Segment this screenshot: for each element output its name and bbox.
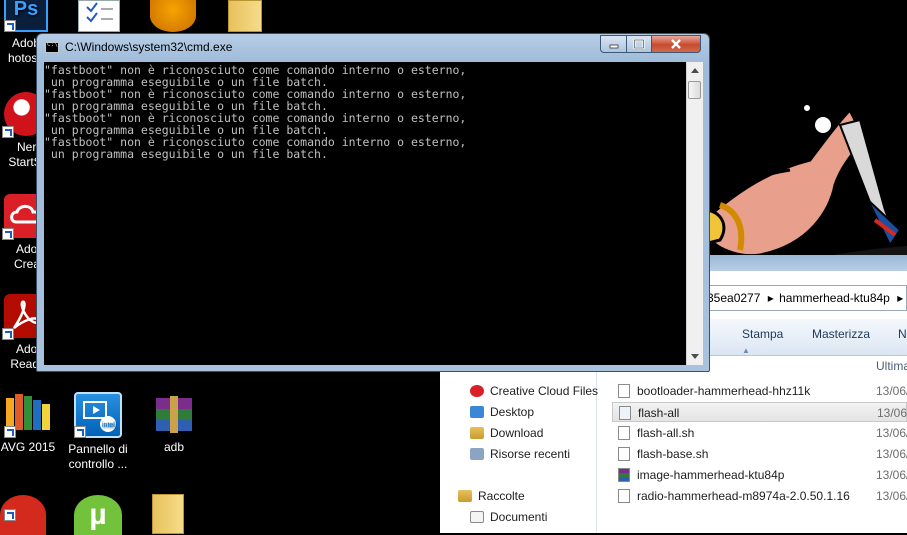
document-list-icon[interactable] xyxy=(78,0,120,32)
sort-arrow-icon: ▲ xyxy=(742,346,750,355)
desktop-wallpaper-cartoon-hand xyxy=(700,103,907,280)
avg-icon xyxy=(4,392,50,438)
column-header-date[interactable]: Ultima xyxy=(876,359,907,373)
breadcrumb-segment-current[interactable]: hammerhead-ktu84p xyxy=(779,291,890,305)
file-row[interactable]: image-hammerhead-ktu84p 13/06/ xyxy=(612,465,907,485)
nav-item-label: Risorse recenti xyxy=(490,447,571,461)
console-app-icon xyxy=(45,41,59,53)
nav-item-documents[interactable]: Documenti xyxy=(470,510,547,524)
file-name: flash-base.sh xyxy=(637,447,709,461)
console-line: un programma eseguibile o un file batch. xyxy=(50,147,328,161)
toolbar-overflow-button[interactable]: N xyxy=(898,327,907,341)
file-row[interactable]: radio-hammerhead-m8974a-2.0.50.1.16 13/06… xyxy=(612,486,907,506)
system-file-icon xyxy=(618,489,630,503)
file-date: 13/06/ xyxy=(876,447,907,461)
cmd-title-bar[interactable]: C:\Windows\system32\cmd.exe xyxy=(37,34,709,59)
desktop-folder-icon xyxy=(470,406,484,418)
utorrent-icon[interactable]: µ xyxy=(74,495,122,535)
nav-item-label: Download xyxy=(490,426,544,440)
winrar-archive-icon xyxy=(152,392,196,436)
scrollbar-thumb[interactable] xyxy=(688,81,701,99)
nav-item-label: Desktop xyxy=(490,405,535,419)
maximize-button[interactable] xyxy=(626,35,652,53)
nav-item-label: Creative Cloud Files xyxy=(490,384,599,398)
desktop-icon-label: Pannello di controllo ... xyxy=(68,442,128,471)
close-button[interactable] xyxy=(651,35,701,53)
close-icon xyxy=(671,39,681,49)
file-date: 13/06/ xyxy=(877,406,907,420)
nav-item-label: Raccolte xyxy=(478,489,525,503)
svg-text:intel: intel xyxy=(102,422,115,429)
desktop-icon-intel-control-panel[interactable]: intel Pannello di controllo ... xyxy=(62,392,134,472)
creative-cloud-icon xyxy=(470,385,484,397)
shortcut-arrow-icon xyxy=(4,20,16,32)
burn-button[interactable]: Masterizza xyxy=(812,327,870,341)
breadcrumb-separator-icon: ▸ xyxy=(897,291,904,305)
breadcrumb-separator-icon: ▸ xyxy=(767,291,774,305)
shortcut-arrow-icon xyxy=(2,126,14,138)
file-icon xyxy=(618,426,630,440)
file-date: 13/06/ xyxy=(876,384,907,398)
nav-item-recent-places[interactable]: Risorse recenti xyxy=(470,447,570,461)
vertical-scrollbar[interactable] xyxy=(686,62,703,365)
file-date: 13/06/ xyxy=(876,426,907,440)
file-date: 13/06/ xyxy=(876,489,907,503)
folder-icon[interactable] xyxy=(228,0,262,32)
scroll-up-arrow-icon[interactable] xyxy=(687,62,703,79)
navigation-pane: Creative Cloud Files Desktop Download Ri… xyxy=(440,355,598,533)
console-output-text: "fastboot" non è riconosciuto come coman… xyxy=(44,62,686,160)
maximize-icon xyxy=(633,38,645,50)
desktop-icon-label: adb xyxy=(163,440,185,454)
nav-item-desktop[interactable]: Desktop xyxy=(470,405,534,419)
desktop-icon-label: AVG 2015 xyxy=(0,440,56,454)
scroll-down-arrow-icon[interactable] xyxy=(687,348,703,365)
shortcut-arrow-icon xyxy=(4,426,16,438)
file-date: 13/06/ xyxy=(876,468,907,482)
file-name: flash-all xyxy=(638,406,680,420)
minimize-button[interactable] xyxy=(600,35,627,53)
nav-item-label: Documenti xyxy=(490,510,548,524)
file-row[interactable]: flash-base.sh 13/06/ xyxy=(612,444,907,464)
file-row[interactable]: bootloader-hammerhead-hhz11k 13/06/ xyxy=(612,381,907,401)
nav-item-download[interactable]: Download xyxy=(470,426,543,440)
winrar-archive-icon xyxy=(618,468,630,482)
file-row[interactable]: flash-all.sh 13/06/ xyxy=(612,423,907,443)
libraries-icon xyxy=(458,490,472,502)
download-folder-icon xyxy=(470,427,484,439)
documents-icon xyxy=(470,511,484,523)
ccleaner-icon[interactable] xyxy=(0,495,46,535)
file-name: bootloader-hammerhead-hhz11k xyxy=(637,384,811,398)
explorer-toolbar: Stampa Masterizza N ▲ xyxy=(704,319,907,356)
file-icon xyxy=(618,447,630,461)
breadcrumb-segment[interactable]: 35ea0277 xyxy=(707,291,760,305)
photoshop-icon: Ps xyxy=(4,0,48,32)
nav-item-creative-cloud-files[interactable]: Creative Cloud Files xyxy=(470,384,598,398)
nav-item-libraries[interactable]: Raccolte xyxy=(458,489,525,503)
recent-places-icon xyxy=(470,448,484,460)
print-button[interactable]: Stampa xyxy=(742,327,783,341)
intel-control-panel-icon: intel xyxy=(74,392,122,438)
shortcut-arrow-icon xyxy=(2,328,14,340)
file-name: radio-hammerhead-m8974a-2.0.50.1.16 xyxy=(637,489,850,503)
shortcut-arrow-icon xyxy=(2,228,14,240)
window-title: C:\Windows\system32\cmd.exe xyxy=(65,40,233,54)
console-output-area[interactable]: "fastboot" non è riconosciuto come coman… xyxy=(44,62,686,365)
minimize-icon xyxy=(609,44,618,49)
shortcut-arrow-icon xyxy=(74,426,86,438)
desktop-icon-avg[interactable]: AVG 2015 xyxy=(0,392,58,455)
file-name: image-hammerhead-ktu84p xyxy=(637,468,785,482)
folder-icon[interactable] xyxy=(152,494,184,534)
file-row-selected[interactable]: flash-all 13/06/ xyxy=(612,402,907,422)
cmd-window[interactable]: C:\Windows\system32\cmd.exe "fastboot" n… xyxy=(36,33,710,372)
file-name: flash-all.sh xyxy=(637,426,695,440)
batch-file-icon xyxy=(619,406,631,420)
headphones-app-icon[interactable] xyxy=(150,0,196,32)
address-bar[interactable]: 35ea0277 ▸ hammerhead-ktu84p ▸ xyxy=(704,285,907,311)
desktop-icon-adb[interactable]: adb xyxy=(138,392,210,455)
system-file-icon xyxy=(618,384,630,398)
